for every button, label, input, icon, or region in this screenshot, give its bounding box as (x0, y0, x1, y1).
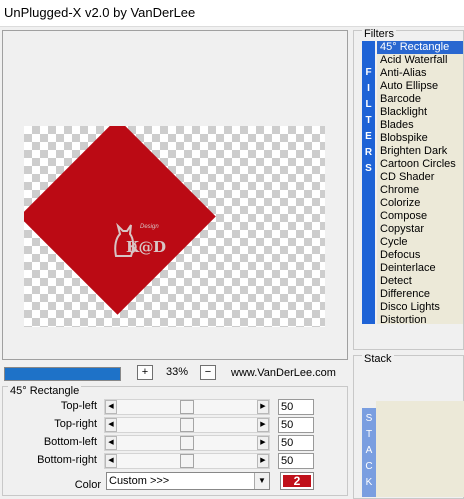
filter-list-item[interactable]: Barcode (377, 93, 463, 106)
stack-list[interactable] (376, 401, 464, 497)
filter-list-item[interactable]: Deinterlace (377, 262, 463, 275)
param-label: Bottom-left (43, 436, 97, 448)
slider-right-arrow-icon[interactable]: ▶ (257, 400, 269, 414)
zoom-level: 33% (165, 366, 189, 378)
preview-canvas[interactable]: Design K@D (24, 126, 325, 327)
slider-left-arrow-icon[interactable]: ◀ (105, 454, 117, 468)
watermark-design-text: Design (140, 224, 159, 230)
color-swatch-preview: 2 (283, 475, 311, 487)
filter-list-item[interactable]: Blades (377, 119, 463, 132)
slider-left-arrow-icon[interactable]: ◀ (105, 400, 117, 414)
stack-side-strip: S T A C K (362, 408, 376, 497)
filter-list-item[interactable]: Copystar (377, 223, 463, 236)
filter-list-item[interactable]: Compose (377, 210, 463, 223)
filter-list-item[interactable]: Cycle (377, 236, 463, 249)
bottom-right-value-field[interactable]: 50 (278, 453, 314, 469)
slider-left-arrow-icon[interactable]: ◀ (105, 436, 117, 450)
render-progress-bar (4, 367, 121, 381)
param-row-bottom-right: Bottom-right ◀ ▶ 50 (0, 453, 346, 469)
filter-list-item[interactable]: Detect (377, 275, 463, 288)
watermark-text: K@D (126, 238, 166, 256)
strip-letter: T (365, 429, 373, 440)
filter-list-item[interactable]: Cartoon Circles (377, 158, 463, 171)
bottom-left-slider[interactable]: ◀ ▶ (104, 435, 270, 451)
filter-list-item[interactable]: Anti-Alias (377, 67, 463, 80)
preview-panel: Design K@D (2, 30, 348, 360)
filters-group: Filters F I L T E R S 45° Rectangle Acid… (353, 28, 464, 350)
filter-list-item[interactable]: Colorize (377, 197, 463, 210)
filter-list-item[interactable]: Difference (377, 288, 463, 301)
param-row-top-left: Top-left ◀ ▶ 50 (0, 399, 346, 415)
chevron-down-icon[interactable]: ▼ (254, 473, 269, 489)
bottom-right-slider[interactable]: ◀ ▶ (104, 453, 270, 469)
param-label: Top-left (60, 400, 97, 412)
slider-thumb[interactable] (180, 454, 194, 468)
strip-letter: F (365, 67, 372, 78)
strip-letter: S (365, 413, 373, 424)
slider-thumb[interactable] (180, 418, 194, 432)
bottom-left-value-field[interactable]: 50 (278, 435, 314, 451)
strip-letter: S (365, 163, 372, 174)
filters-side-strip: F I L T E R S (362, 41, 375, 324)
param-label: Top-right (54, 418, 97, 430)
param-row-bottom-left: Bottom-left ◀ ▶ 50 (0, 435, 346, 451)
website-link[interactable]: www.VanDerLee.com (231, 367, 336, 379)
filter-list-item[interactable]: Acid Waterfall (377, 54, 463, 67)
progress-fill (5, 368, 120, 380)
color-select-value: Custom >>> (109, 475, 170, 487)
strip-letter: C (365, 461, 373, 472)
top-right-slider[interactable]: ◀ ▶ (104, 417, 270, 433)
slider-right-arrow-icon[interactable]: ▶ (257, 436, 269, 450)
color-label: Color (74, 479, 101, 491)
strip-letter: K (365, 477, 373, 488)
filter-list-item[interactable]: Blacklight (377, 106, 463, 119)
stack-group: Stack S T A C K (353, 353, 464, 499)
param-row-top-right: Top-right ◀ ▶ 50 (0, 417, 346, 433)
stack-title: Stack (362, 353, 394, 365)
filter-list[interactable]: 45° Rectangle Acid Waterfall Anti-Alias … (377, 41, 463, 324)
slider-left-arrow-icon[interactable]: ◀ (105, 418, 117, 432)
strip-letter: I (367, 83, 370, 94)
filter-list-item[interactable]: Chrome (377, 184, 463, 197)
top-left-slider[interactable]: ◀ ▶ (104, 399, 270, 415)
filter-list-item[interactable]: Auto Ellipse (377, 80, 463, 93)
color-select[interactable]: Custom >>> ▼ (106, 472, 270, 490)
strip-letter: R (364, 147, 373, 158)
strip-letter: E (365, 131, 372, 142)
filter-list-item[interactable]: CD Shader (377, 171, 463, 184)
filter-list-item[interactable]: Distortion (377, 314, 463, 324)
title-bar: UnPlugged-X v2.0 by VanDerLee (0, 0, 464, 27)
filter-list-item[interactable]: Disco Lights (377, 301, 463, 314)
top-right-value-field[interactable]: 50 (278, 417, 314, 433)
color-swatch-button[interactable]: 2 (280, 472, 314, 490)
watermark-logo: Design K@D (110, 218, 174, 264)
strip-letter: T (365, 115, 372, 126)
strip-letter: A (365, 445, 373, 456)
slider-right-arrow-icon[interactable]: ▶ (257, 418, 269, 432)
filter-list-item[interactable]: Blobspike (377, 132, 463, 145)
zoom-out-button[interactable]: − (200, 365, 216, 380)
zoom-in-button[interactable]: + (137, 365, 153, 380)
filter-list-item[interactable]: Defocus (377, 249, 463, 262)
window-title: UnPlugged-X v2.0 by VanDerLee (4, 5, 196, 20)
parameters-group-title: 45° Rectangle (8, 385, 82, 397)
strip-letter: L (365, 99, 372, 110)
param-label: Bottom-right (37, 454, 97, 466)
filter-list-item[interactable]: Brighten Dark (377, 145, 463, 158)
top-left-value-field[interactable]: 50 (278, 399, 314, 415)
filter-list-item[interactable]: 45° Rectangle (377, 41, 463, 54)
status-bar: + 33% − www.VanDerLee.com (0, 362, 349, 384)
slider-thumb[interactable] (180, 436, 194, 450)
filters-title: Filters (362, 28, 396, 40)
slider-right-arrow-icon[interactable]: ▶ (257, 454, 269, 468)
slider-thumb[interactable] (180, 400, 194, 414)
